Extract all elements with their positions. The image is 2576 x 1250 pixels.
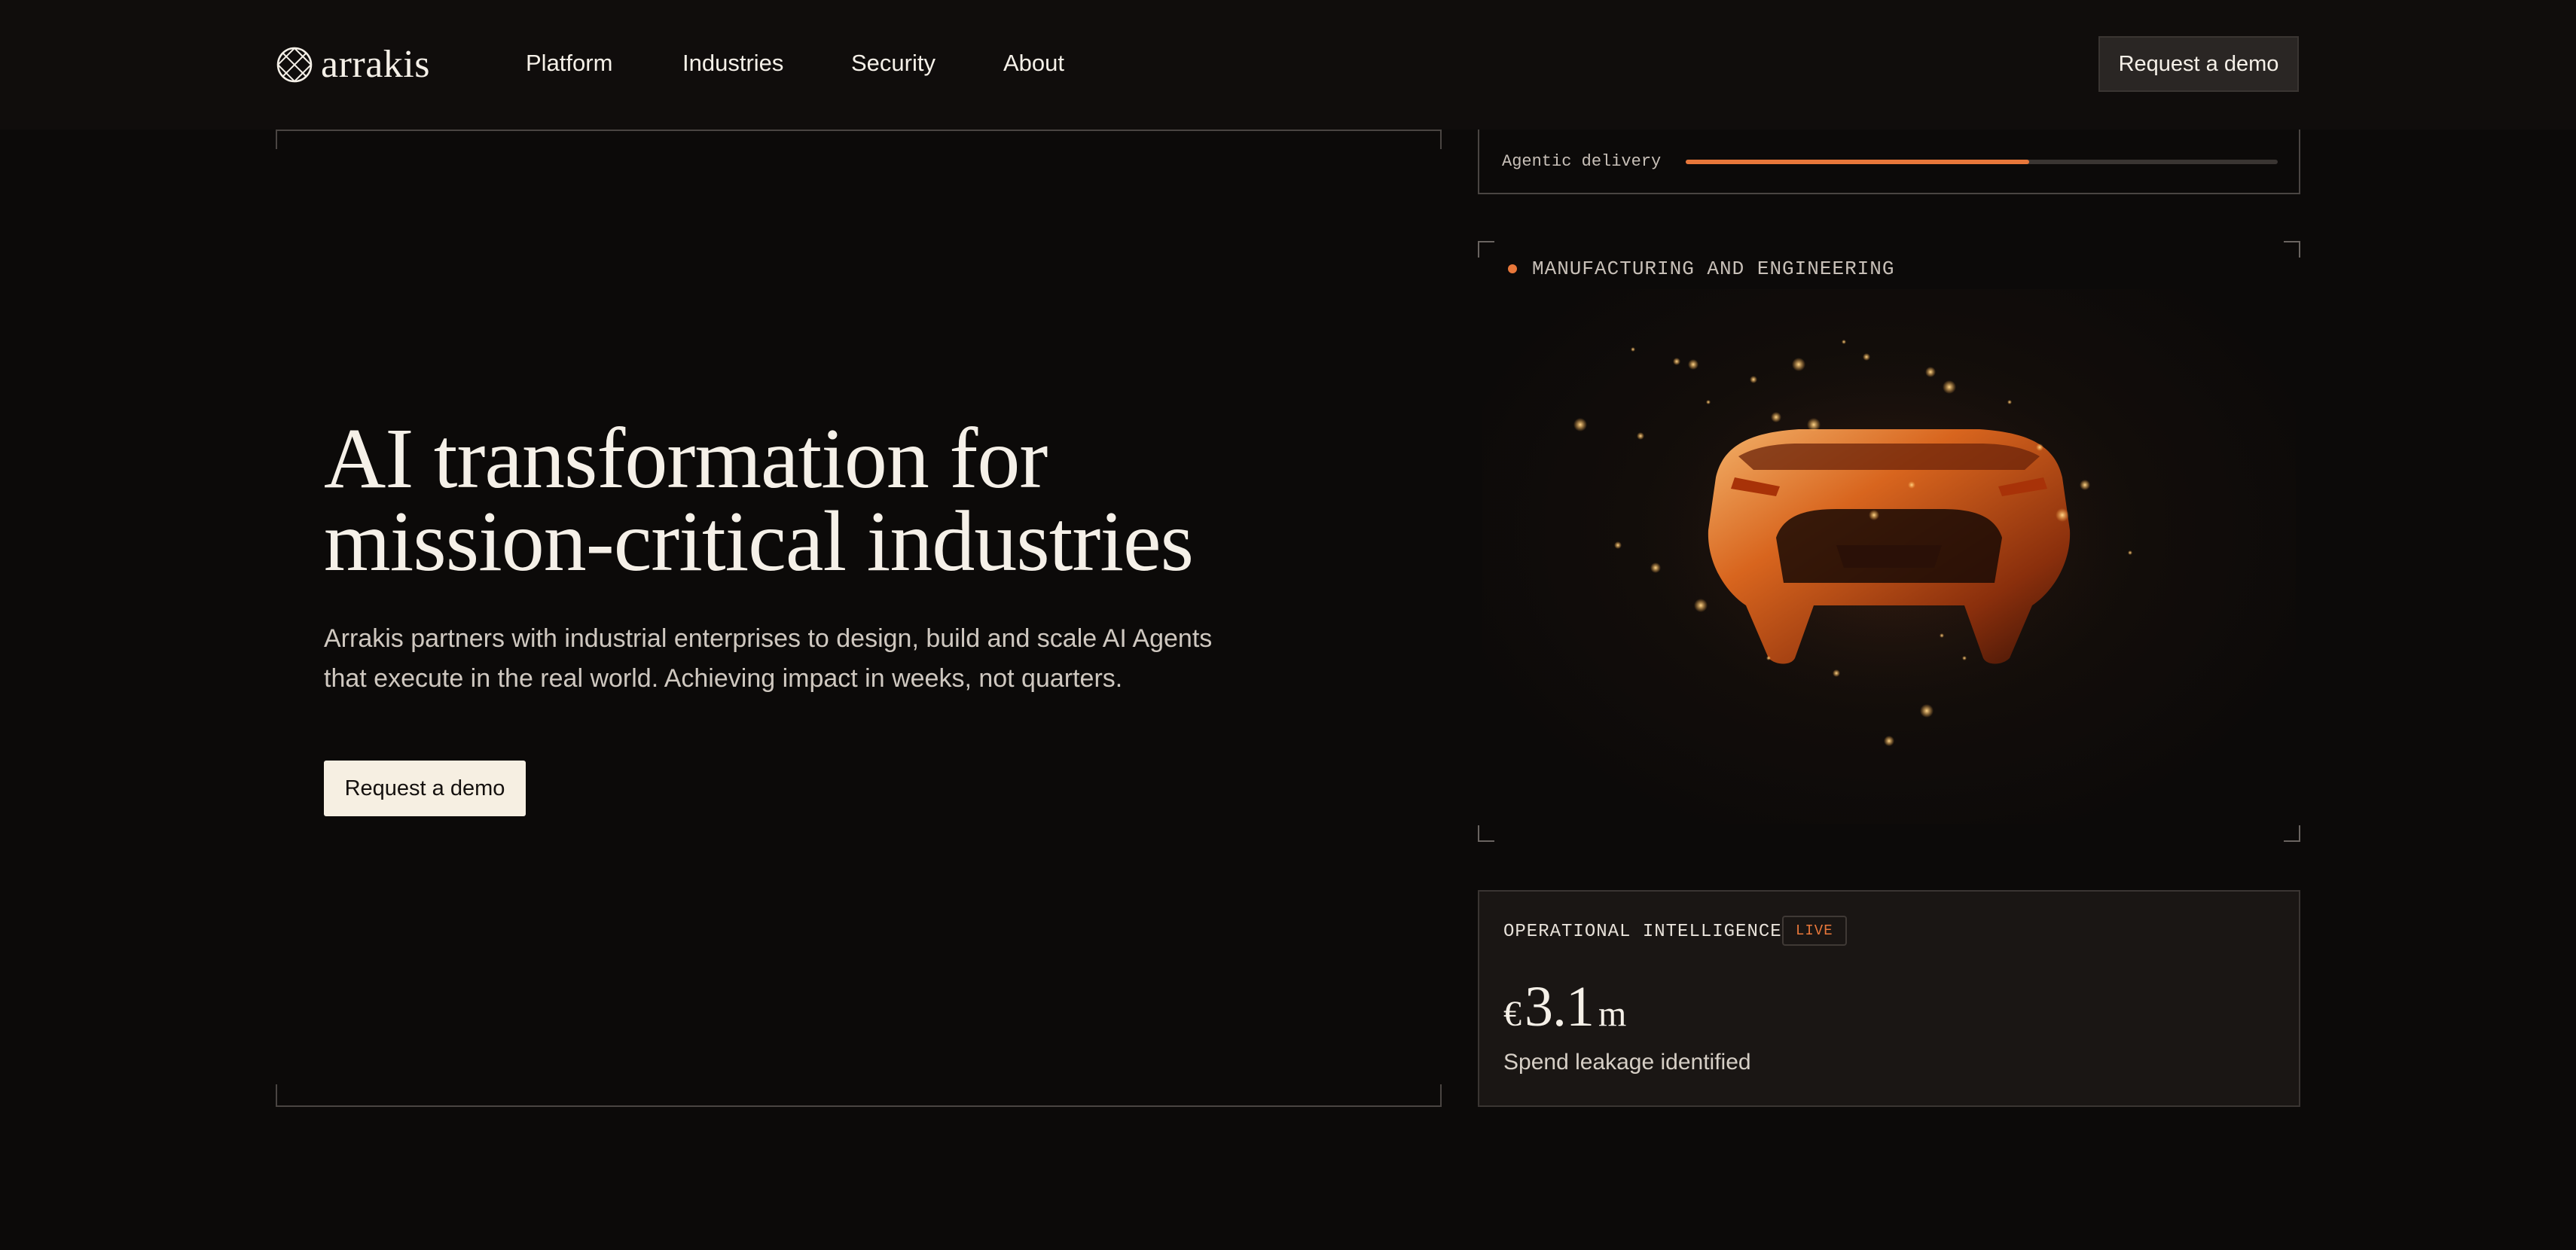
industry-label: MANUFACTURING AND ENGINEERING (1508, 258, 1894, 280)
nav-item-about[interactable]: About (1003, 50, 1064, 77)
spark-particle (1573, 418, 1587, 431)
corner-bracket (2284, 241, 2300, 258)
spark-particle (1614, 541, 1622, 549)
sports-car-rear-image (1482, 289, 2296, 824)
industry-showcase-panel: MANUFACTURING AND ENGINEERING (1478, 241, 2300, 842)
agentic-delivery-progress-bar (1686, 160, 2278, 164)
nav-item-industries[interactable]: Industries (682, 50, 783, 77)
stat-number: 3.1 (1525, 975, 1595, 1038)
hero-title-line: mission-critical industries (324, 493, 1194, 589)
arrakis-logo-icon (276, 47, 313, 83)
hero-section: AI transformation for mission-critical i… (276, 130, 1442, 1107)
stat-value: € 3.1 m (1503, 974, 1626, 1040)
header-request-demo-button[interactable]: Request a demo (2098, 36, 2299, 92)
operational-intelligence-card: OPERATIONAL INTELLIGENCE LIVE € 3.1 m Sp… (1478, 890, 2300, 1107)
spark-particle (1943, 380, 1956, 394)
hero-frame-bottom (276, 1084, 1442, 1107)
spark-particle (1766, 656, 1771, 660)
spark-particle (1884, 736, 1894, 746)
spark-particle (1637, 432, 1644, 440)
spark-particle (1940, 633, 1944, 638)
spark-particle (1920, 704, 1934, 718)
site-header: arrakis Platform Industries Security Abo… (0, 0, 2576, 130)
spark-particle (2007, 400, 2012, 404)
spark-particle (1650, 562, 1661, 573)
hero-subtitle: Arrakis partners with industrial enterpr… (324, 619, 1273, 699)
brand-logo[interactable]: arrakis (276, 44, 430, 86)
hero-title-line: AI transformation for (324, 410, 1048, 506)
spark-particle (1833, 669, 1840, 677)
spark-particle (2036, 444, 2043, 451)
status-dot-icon (1508, 264, 1517, 273)
spark-particle (2056, 508, 2069, 522)
spark-particle (1962, 656, 1967, 660)
spark-particle (1631, 347, 1635, 352)
corner-bracket (1478, 241, 1494, 258)
nav-item-security[interactable]: Security (851, 50, 935, 77)
brand-name: arrakis (321, 43, 430, 86)
spark-particle (1807, 418, 1821, 431)
corner-bracket (1478, 825, 1494, 842)
spark-particle (1842, 340, 1846, 344)
nav-item-platform[interactable]: Platform (526, 50, 612, 77)
hero-subtitle-line: Arrakis partners with industrial enterpr… (324, 624, 1213, 653)
spark-particle (1688, 359, 1699, 370)
spark-particle (2080, 480, 2090, 490)
spark-particle (1694, 599, 1708, 612)
spark-particle (1750, 376, 1757, 383)
stat-currency: € (1503, 994, 1521, 1034)
spark-particle (1925, 367, 1936, 377)
stat-unit: m (1598, 994, 1627, 1034)
spark-particle (1869, 510, 1879, 520)
car-illustration (1573, 340, 2160, 746)
stat-description: Spend leakage identified (1503, 1050, 1751, 1075)
agentic-delivery-panel: Agentic delivery (1478, 130, 2300, 194)
spark-particle (1673, 358, 1680, 365)
spark-particle (1706, 400, 1711, 404)
spark-particle (1863, 353, 1870, 361)
live-badge: LIVE (1782, 916, 1847, 946)
corner-bracket (2284, 825, 2300, 842)
agentic-delivery-label: Agentic delivery (1502, 152, 1662, 171)
hero-frame-top (276, 130, 1442, 149)
hero-subtitle-line: that execute in the real world. Achievin… (324, 664, 1123, 693)
agentic-delivery-progress-fill (1686, 160, 2029, 164)
spark-particle (1908, 481, 1915, 489)
hero-request-demo-button[interactable]: Request a demo (324, 761, 526, 816)
spark-particle (2128, 550, 2132, 555)
stat-card-title: OPERATIONAL INTELLIGENCE (1503, 922, 1782, 942)
spark-particle (1792, 358, 1805, 371)
spark-particle (1771, 412, 1781, 422)
hero-title: AI transformation for mission-critical i… (324, 410, 1378, 589)
industry-label-text: MANUFACTURING AND ENGINEERING (1532, 258, 1895, 280)
